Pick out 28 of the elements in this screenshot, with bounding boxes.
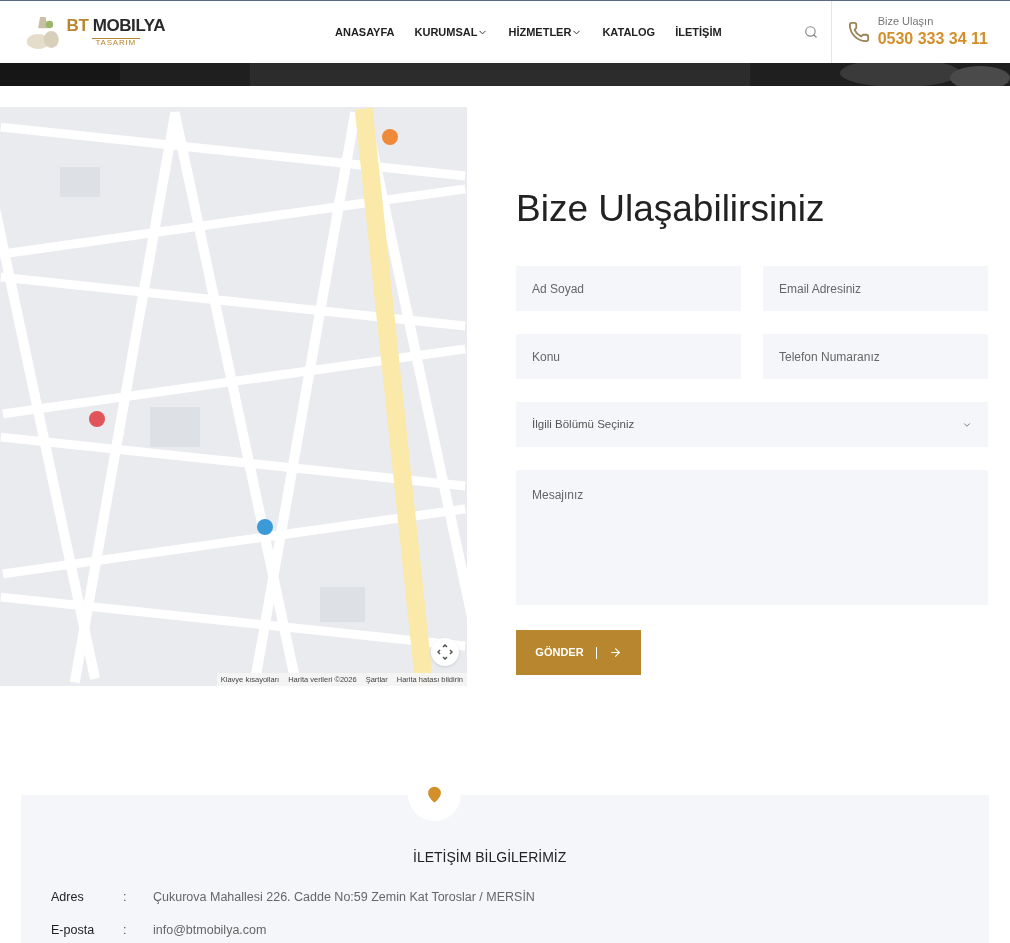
contact-label: Bize Ulaşın	[877, 15, 935, 29]
info-separator: :	[123, 889, 128, 906]
arrow-right-icon	[608, 646, 622, 659]
info-label: Adres	[51, 889, 85, 906]
input-field[interactable]: Telefon Numaranız	[763, 334, 988, 379]
form-title: Bize Ulaşabilirsiniz	[516, 190, 826, 227]
message-field[interactable]: Mesajınız	[516, 470, 988, 605]
brand-name: BT MOBILYA	[66, 17, 165, 34]
info-title: İLETİŞİM BİLGİLERİMİZ	[413, 848, 567, 867]
input-field[interactable]: Konu	[516, 334, 741, 379]
info-value: Çukurova Mahallesi 226. Cadde No:59 Zemin Kat Toroslar / MERSİN	[153, 889, 535, 906]
nav-link[interactable]: İLETİŞİM	[675, 23, 722, 41]
nav-link[interactable]: KURUMSAL	[414, 23, 489, 41]
nav-link[interactable]: HİZMETLER	[508, 23, 583, 41]
map-pin-icon	[426, 786, 443, 803]
nav-link[interactable]: KATALOG	[602, 23, 656, 41]
brand-tagline: TASARIM	[91, 38, 141, 47]
nav-link[interactable]: ANASAYFA	[335, 23, 395, 41]
move-icon	[437, 644, 453, 660]
info-separator: :	[123, 921, 128, 939]
input-field[interactable]: Ad Soyad	[516, 266, 741, 311]
logo[interactable]: BT MOBILYA TASARIM	[25, 12, 165, 52]
search-icon[interactable]	[803, 25, 818, 39]
info-label: E-posta	[51, 921, 96, 939]
info-value: info@btmobilya.com	[153, 921, 267, 939]
select-field[interactable]: İlgili Bölümü Seçiniz	[516, 402, 988, 447]
phone-icon	[847, 21, 870, 43]
input-field[interactable]: Email Adresiniz	[763, 266, 988, 311]
